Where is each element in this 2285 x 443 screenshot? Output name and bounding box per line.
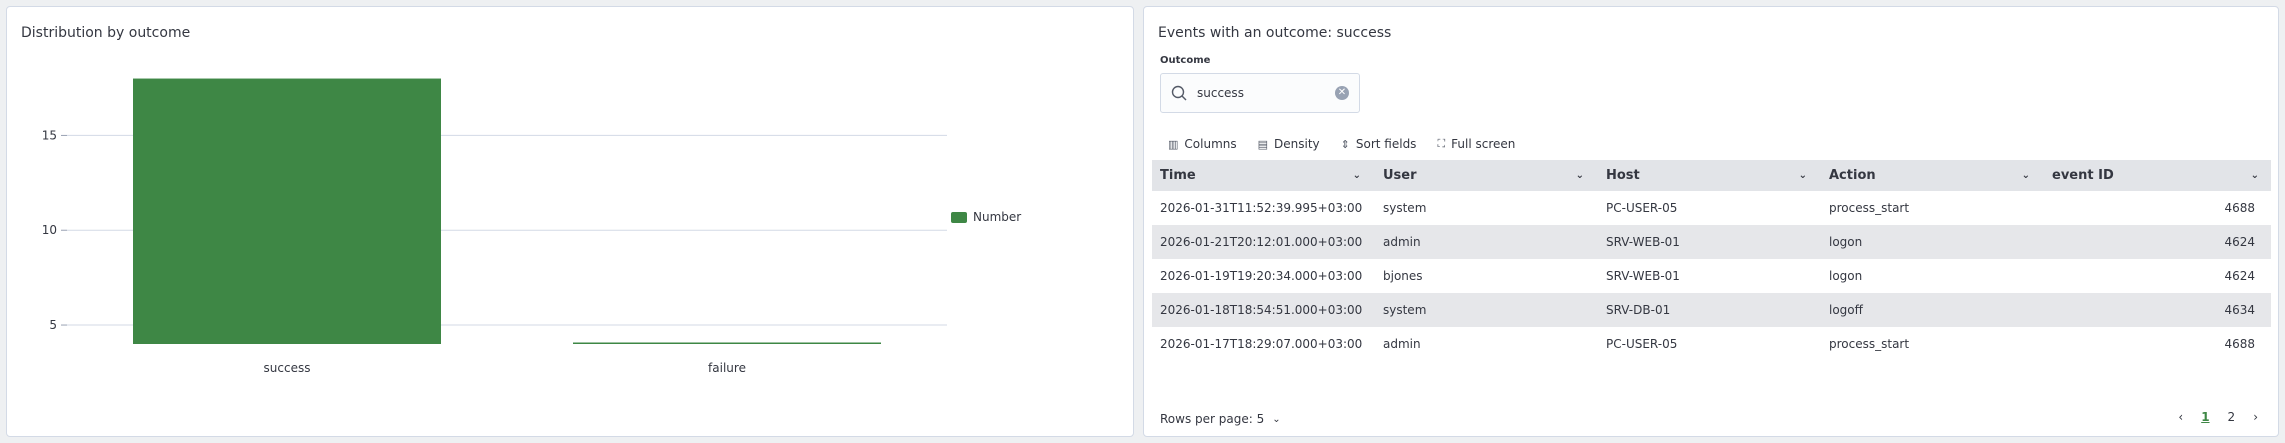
table-cell: logon	[1829, 235, 1863, 249]
column-header-label: Time	[1160, 168, 1196, 183]
chevron-right-icon[interactable]: ›	[2253, 410, 2258, 424]
table-cell: bjones	[1383, 269, 1423, 283]
table-cell: 4624	[2224, 269, 2255, 283]
table-cell: process_start	[1829, 201, 1910, 215]
table-cell: 4688	[2224, 337, 2255, 351]
column-header-user[interactable]: User ⌄	[1375, 160, 1598, 191]
full-screen-label: Full screen	[1451, 137, 1516, 151]
events-panel: Events with an outcome: success Outcome …	[1143, 6, 2279, 437]
sort-icon: ⇕	[1340, 137, 1350, 151]
columns-label: Columns	[1184, 137, 1237, 151]
pagination: ‹ 1 2 ›	[2160, 410, 2258, 424]
table-row[interactable]: 2026-01-31T11:52:39.995+03:00 system PC-…	[1152, 191, 2271, 225]
outcome-field-label: Outcome	[1160, 55, 1211, 66]
column-header-label: event ID	[2052, 168, 2114, 183]
column-header-label: User	[1383, 168, 1417, 183]
bar-failure	[573, 342, 881, 344]
chevron-down-icon[interactable]: ⌄	[1799, 170, 1807, 181]
table-cell: PC-USER-05	[1606, 201, 1678, 215]
table-cell: 2026-01-31T11:52:39.995+03:00	[1160, 201, 1363, 215]
column-header-event-id[interactable]: event ID ⌄	[2044, 160, 2271, 191]
table-cell: 4624	[2224, 235, 2255, 249]
chart-legend[interactable]: Number	[951, 210, 1021, 224]
chart-panel: Distribution by outcome 5 10 15 success fail…	[6, 6, 1134, 437]
table-cell: system	[1383, 303, 1427, 317]
events-table: Time ⌄ User ⌄ Host ⌄ Action ⌄ event ID ⌄ 2026…	[1152, 160, 2271, 361]
chevron-down-icon: ⌄	[1272, 413, 1281, 425]
table-header: Time ⌄ User ⌄ Host ⌄ Action ⌄ event ID ⌄	[1152, 160, 2271, 191]
chevron-left-icon[interactable]: ‹	[2178, 410, 2183, 424]
table-cell: logoff	[1829, 303, 1863, 317]
table-cell: logon	[1829, 269, 1863, 283]
table-cell: system	[1383, 201, 1427, 215]
density-label: Density	[1274, 137, 1320, 151]
full-screen-button[interactable]: ⛶ Full screen	[1437, 137, 1515, 151]
columns-button[interactable]: ▥ Columns	[1168, 137, 1237, 151]
page-button-1[interactable]: 1	[2201, 410, 2209, 424]
chevron-down-icon[interactable]: ⌄	[1576, 170, 1584, 181]
column-header-time[interactable]: Time ⌄	[1152, 160, 1375, 191]
table-cell: process_start	[1829, 337, 1910, 351]
table-row[interactable]: 2026-01-17T18:29:07.000+03:00 admin PC-U…	[1152, 327, 2271, 361]
page-button-2[interactable]: 2	[2228, 410, 2236, 424]
table-row[interactable]: 2026-01-18T18:54:51.000+03:00 system SRV…	[1152, 293, 2271, 327]
chevron-down-icon[interactable]: ⌄	[1353, 170, 1361, 181]
table-cell: SRV-WEB-01	[1606, 235, 1680, 249]
y-tick-label: 5	[49, 318, 57, 332]
table-cell: SRV-WEB-01	[1606, 269, 1680, 283]
rows-per-page-select[interactable]: Rows per page: 5 ⌄	[1160, 412, 1281, 426]
search-icon	[1171, 85, 1187, 101]
column-header-action[interactable]: Action ⌄	[1821, 160, 2044, 191]
table-cell: 4688	[2224, 201, 2255, 215]
table-cell: SRV-DB-01	[1606, 303, 1671, 317]
outcome-search-input[interactable]	[1197, 86, 1327, 100]
full-screen-icon: ⛶	[1437, 137, 1446, 150]
sort-fields-label: Sort fields	[1355, 137, 1417, 151]
y-tick-label: 15	[42, 128, 57, 142]
table-cell: 2026-01-18T18:54:51.000+03:00	[1160, 303, 1363, 317]
clear-icon[interactable]: ✕	[1335, 86, 1349, 100]
table-cell: 4634	[2224, 303, 2255, 317]
rows-per-page-label: Rows per page: 5	[1160, 412, 1265, 426]
table-cell: 2026-01-17T18:29:07.000+03:00	[1160, 337, 1363, 351]
legend-label: Number	[973, 210, 1022, 224]
grid-toolbar: ▥ Columns ▤ Density ⇕ Sort fields ⛶ Full…	[1168, 137, 1536, 151]
x-tick-label: failure	[708, 361, 746, 375]
bar-success	[133, 78, 441, 344]
events-title: Events with an outcome: success	[1158, 25, 1392, 41]
density-button[interactable]: ▤ Density	[1258, 137, 1320, 151]
table-cell: admin	[1383, 235, 1421, 249]
chevron-down-icon[interactable]: ⌄	[2251, 170, 2259, 181]
y-tick-label: 10	[42, 223, 57, 237]
table-cell: admin	[1383, 337, 1421, 351]
sort-fields-button[interactable]: ⇕ Sort fields	[1341, 137, 1417, 151]
table-row[interactable]: 2026-01-21T20:12:01.000+03:00 admin SRV-…	[1152, 225, 2271, 259]
columns-icon: ▥	[1168, 137, 1179, 151]
x-tick-label: success	[264, 361, 311, 375]
table-row[interactable]: 2026-01-19T19:20:34.000+03:00 bjones SRV…	[1152, 259, 2271, 293]
column-header-label: Action	[1829, 168, 1876, 183]
outcome-search-box[interactable]: ✕	[1160, 73, 1360, 113]
density-icon: ▤	[1257, 137, 1269, 151]
chevron-down-icon[interactable]: ⌄	[2022, 170, 2030, 181]
table-cell: PC-USER-05	[1606, 337, 1678, 351]
table-cell: 2026-01-19T19:20:34.000+03:00	[1160, 269, 1363, 283]
column-header-label: Host	[1606, 168, 1640, 183]
table-cell: 2026-01-21T20:12:01.000+03:00	[1160, 235, 1363, 249]
legend-swatch	[951, 211, 967, 223]
column-header-host[interactable]: Host ⌄	[1598, 160, 1821, 191]
